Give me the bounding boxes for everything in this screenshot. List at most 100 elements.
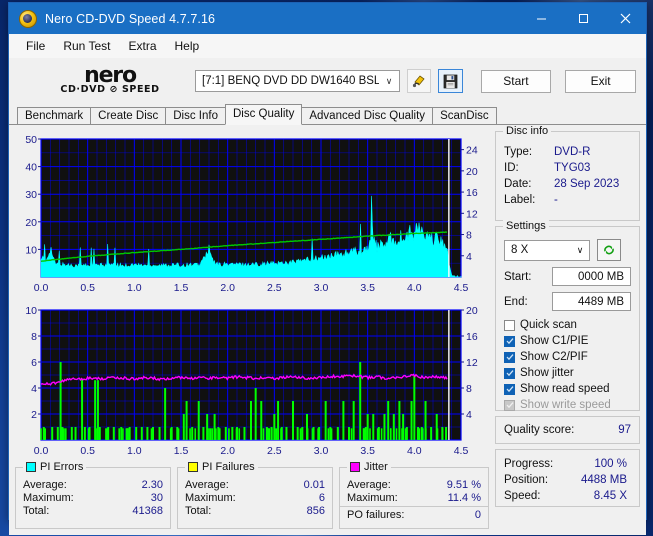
minimize-button[interactable] [520,3,562,34]
start-button[interactable]: Start [480,69,552,93]
po-failures-label: PO failures: [347,509,405,521]
disc-info-group: Disc info Type: DVD-R ID: TYG03 Date: 28 Se… [495,125,640,221]
svg-text:4: 4 [466,251,472,263]
svg-text:3.5: 3.5 [360,282,375,294]
svg-text:50: 50 [25,134,37,146]
disc-info-legend: Disc info [503,125,552,137]
show-read-speed-checkbox[interactable] [504,383,515,395]
jitter-maximum-value: 11.4 % [447,492,481,504]
svg-text:12: 12 [466,357,478,369]
speed-label: Speed: [504,490,541,502]
svg-text:0.0: 0.0 [34,282,49,294]
quick-scan-checkbox[interactable] [504,319,515,331]
show-write-speed-checkbox [504,399,515,411]
show-jitter-label: Show jitter [520,367,574,379]
show-c1-pie-label: Show C1/PIE [520,335,589,347]
show-jitter-checkbox[interactable] [504,367,515,379]
svg-text:8: 8 [31,331,37,343]
svg-text:10: 10 [25,244,37,256]
menu-item-file[interactable]: File [17,36,54,56]
pi-errors-stats-legend: PI Errors [23,461,87,473]
pi-failures-total-label: Total: [185,505,212,517]
title-bar: Nero CD-DVD Speed 4.7.7.16 [9,3,646,34]
checkbox-show-jitter[interactable]: Show jitter [496,365,639,381]
close-button[interactable] [604,3,646,34]
save-button[interactable] [438,69,463,93]
pi-failures-stats: PI Failures Average: 0.01 Maximum: 6 Total… [177,461,333,529]
svg-text:2.0: 2.0 [220,282,235,294]
tab-bar: Benchmark Create Disc Disc Info Disc Qua… [9,103,646,125]
progress-row: Speed: 8.45 X [496,488,639,504]
show-c1-pie-checkbox[interactable] [504,335,515,347]
quality-score-row: Quality score: 97 [496,417,639,443]
stat-row: Average: 9.51 % [340,479,488,492]
start-input[interactable]: 0000 MB [552,267,631,286]
tab-benchmark[interactable]: Benchmark [17,107,92,124]
stat-row: Maximum: 11.4 % [340,492,488,505]
svg-text:4.0: 4.0 [407,282,422,294]
pi-errors-total-value: 41368 [132,505,163,517]
svg-text:3.0: 3.0 [314,282,329,294]
refresh-icon [604,245,614,255]
pi-failures-chart: 2 4 6 8 10 4 8 12 16 20 0.0 0.5 1.0 1.5 2.0 2.5 3.0 3.5 4.… [15,304,489,462]
app-icon [19,9,37,28]
maximize-button[interactable] [562,3,604,34]
svg-text:4: 4 [31,383,37,395]
po-failures-value: 0 [474,509,481,521]
pi-failures-maximum-value: 6 [318,492,325,504]
disc-type-value: DVD-R [554,146,591,158]
svg-text:4: 4 [466,409,472,421]
eject-button[interactable] [407,69,432,93]
end-label: End: [504,295,528,308]
svg-text:20: 20 [25,217,37,229]
refresh-button[interactable] [597,239,621,261]
tab-disc-info[interactable]: Disc Info [165,107,226,124]
checkbox-show-c1-pie[interactable]: Show C1/PIE [496,333,639,349]
stat-row: Average: 2.30 [16,479,170,492]
svg-text:16: 16 [466,187,478,199]
svg-text:8: 8 [466,383,472,395]
checkbox-show-write-speed: Show write speed [496,397,639,413]
tab-create-disc[interactable]: Create Disc [90,107,167,124]
disc-label-value: - [554,194,558,206]
tab-scandisc[interactable]: ScanDisc [432,107,497,124]
jitter-stats-title: Jitter [364,461,388,473]
speed-select[interactable]: 8 X ∨ [504,239,590,261]
chevron-down-icon: ∨ [576,244,584,255]
speed-select-value: 8 X [511,244,529,256]
menu-item-run-test[interactable]: Run Test [54,36,119,56]
position-label: Position: [504,474,549,486]
quality-score-value: 97 [618,424,631,436]
jitter-average-label: Average: [347,479,391,491]
end-input[interactable]: 4489 MB [552,292,631,311]
pi-errors-maximum-value: 30 [150,492,163,504]
window-title: Nero CD-DVD Speed 4.7.7.16 [45,11,216,26]
checkbox-show-read-speed[interactable]: Show read speed [496,381,639,397]
show-c2-pif-label: Show C2/PIF [520,351,588,363]
menu-item-help[interactable]: Help [166,36,209,56]
checkbox-quick-scan[interactable]: Quick scan [496,317,639,333]
pi-errors-average-value: 2.30 [141,479,163,491]
jitter-maximum-label: Maximum: [347,492,398,504]
quality-score-label: Quality score: [504,424,575,436]
show-read-speed-label: Show read speed [520,383,610,395]
speed-row: 8 X ∨ [496,239,639,261]
svg-text:2.0: 2.0 [220,445,235,457]
jitter-average-value: 9.51 % [446,479,481,491]
svg-text:4.0: 4.0 [407,445,422,457]
pi-errors-color-swatch [26,462,36,472]
svg-text:3.5: 3.5 [360,445,375,457]
exit-button[interactable]: Exit [565,69,636,93]
pi-failures-stats-title: PI Failures [202,461,255,473]
show-c2-pif-checkbox[interactable] [504,351,515,363]
checkbox-show-c2-pif[interactable]: Show C2/PIF [496,349,639,365]
pi-errors-maximum-label: Maximum: [23,492,74,504]
tab-advanced-disc-quality[interactable]: Advanced Disc Quality [301,107,434,124]
drive-select[interactable]: [7:1] BENQ DVD DD DW1640 BSLB ∨ [195,70,400,92]
svg-text:12: 12 [466,208,478,220]
eject-icon [413,75,425,88]
tab-disc-quality[interactable]: Disc Quality [225,104,303,125]
svg-text:4.5: 4.5 [454,282,469,294]
menu-item-extra[interactable]: Extra [119,36,165,56]
pi-failures-total-value: 856 [306,505,325,517]
